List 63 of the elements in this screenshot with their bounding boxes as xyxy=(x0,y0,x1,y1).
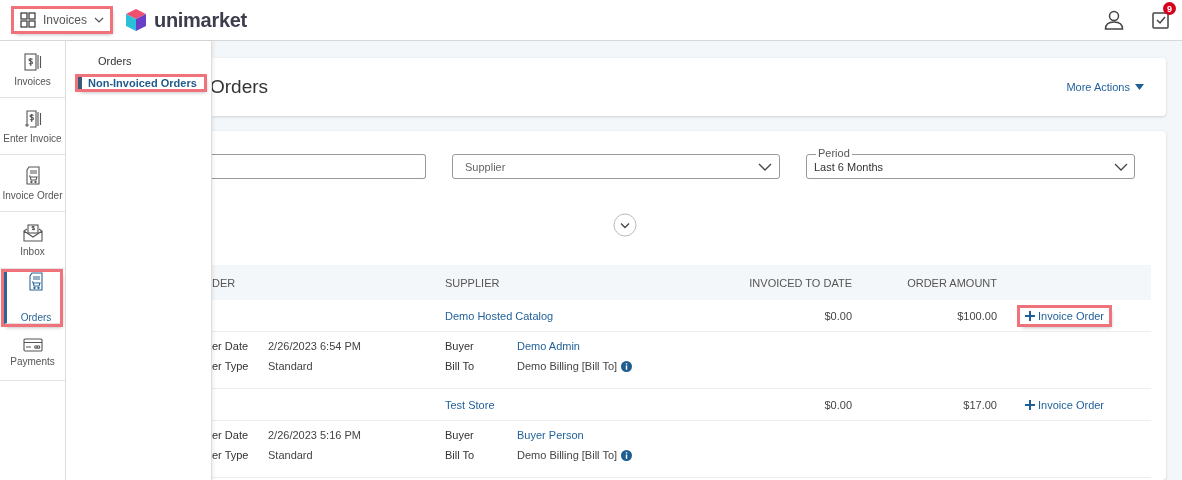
detail-value: 2/26/2023 6:54 PM xyxy=(268,340,361,352)
chevron-down-icon xyxy=(758,162,772,171)
notification-badge: 9 xyxy=(1163,2,1176,15)
detail-value: Demo Billing [Bill To] xyxy=(517,360,618,372)
page-title: Orders xyxy=(210,76,269,98)
detail-label: er Date xyxy=(212,429,250,441)
detail-value[interactable]: Buyer Person xyxy=(517,429,584,441)
plus-icon xyxy=(1025,310,1035,321)
detail-label: er Type xyxy=(212,449,250,461)
detail-label: Buyer xyxy=(445,340,475,352)
chevron-down-icon xyxy=(1114,162,1128,171)
credit-card-icon xyxy=(22,337,43,352)
cart-document-icon xyxy=(24,165,41,186)
invoice-order-button[interactable]: Invoice Order xyxy=(1020,396,1110,413)
user-icon[interactable] xyxy=(1104,10,1124,30)
table-cell-text: $0.00 xyxy=(823,309,852,322)
supplier-name[interactable]: Test Store xyxy=(445,398,705,411)
detail-value: Standard xyxy=(268,360,313,372)
flyout-menu-item[interactable]: Non-Invoiced Orders xyxy=(78,77,204,89)
logo-text: unimarket xyxy=(154,8,247,32)
rail-item[interactable]: Orders xyxy=(4,272,60,324)
rail-item[interactable]: Payments xyxy=(0,324,65,381)
detail-label: er Type xyxy=(212,360,250,372)
tasks-icon[interactable] xyxy=(1152,11,1170,29)
detail-value: Demo Billing [Bill To] xyxy=(517,449,618,461)
rail-item[interactable]: Invoice Order xyxy=(0,155,65,212)
expand-icon[interactable] xyxy=(613,213,637,237)
search-field[interactable] xyxy=(212,154,426,179)
column-header: SUPPLIER xyxy=(445,276,501,289)
envelope-icon xyxy=(22,223,43,242)
detail-label: Bill To xyxy=(445,360,476,372)
chevron-down-icon xyxy=(94,17,105,23)
cart-document-icon xyxy=(28,272,44,292)
table-cell-text: $17.00 xyxy=(962,398,997,411)
table-cell-text: $0.00 xyxy=(823,398,852,411)
column-header: ORDER AMOUNT xyxy=(906,276,997,289)
detail-label: Buyer xyxy=(445,429,475,441)
detail-value: 2/26/2023 5:16 PM xyxy=(268,429,361,441)
column-header: INVOICED TO DATE xyxy=(748,276,852,289)
info-icon[interactable] xyxy=(621,360,633,372)
rail-item[interactable]: Enter Invoice xyxy=(0,98,65,155)
flyout-menu-item[interactable]: Orders xyxy=(78,53,132,69)
rail-item[interactable]: Invoices xyxy=(0,41,65,98)
info-icon[interactable] xyxy=(621,449,633,461)
app-menu-button[interactable]: Invoices xyxy=(14,9,111,31)
detail-label: Bill To xyxy=(445,449,476,461)
caret-icon xyxy=(1135,84,1144,90)
more-actions-button[interactable]: More Actions xyxy=(1066,81,1144,93)
column-header: DER xyxy=(212,276,237,289)
field-label: Period xyxy=(816,147,852,160)
period-select[interactable]: Period Last 6 Months xyxy=(806,146,1135,179)
supplier-select[interactable]: Supplier xyxy=(452,154,780,179)
supplier-name[interactable]: Demo Hosted Catalog xyxy=(445,309,705,322)
table-cell-text: $100.00 xyxy=(956,309,997,322)
detail-label: er Date xyxy=(212,340,250,352)
invoice-order-button[interactable]: Invoice Order xyxy=(1020,307,1110,324)
grid-icon xyxy=(20,12,36,28)
detail-value[interactable]: Demo Admin xyxy=(517,340,580,352)
detail-value: Standard xyxy=(268,449,313,461)
invoice-plus-icon xyxy=(23,108,42,129)
invoice-icon xyxy=(23,51,42,72)
logo-icon xyxy=(124,8,149,32)
plus-icon xyxy=(1025,399,1035,410)
